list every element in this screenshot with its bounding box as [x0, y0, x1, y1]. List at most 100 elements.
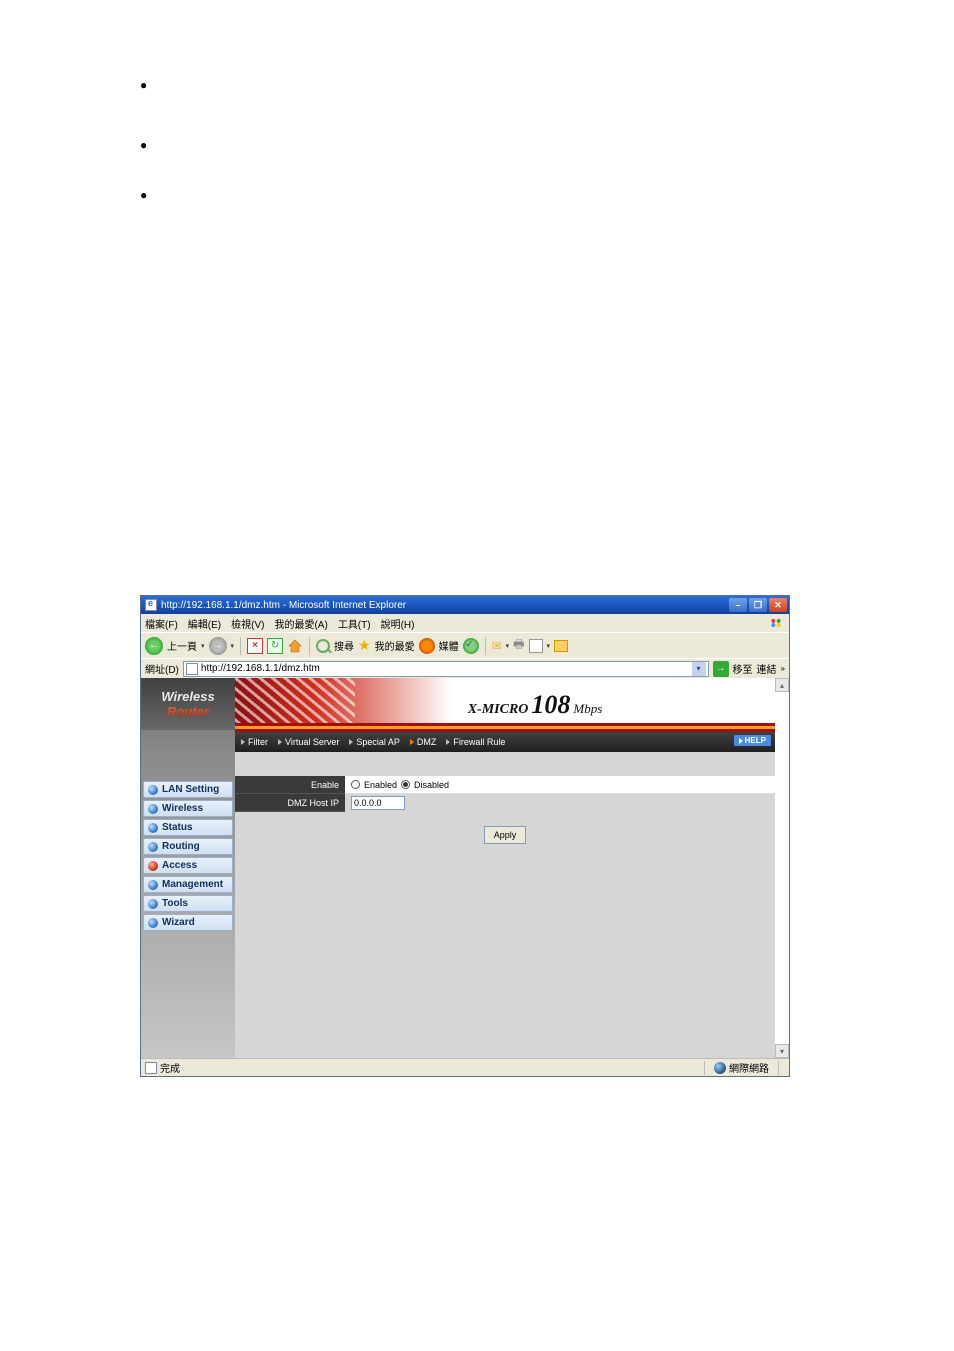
back-icon[interactable]: ←: [145, 637, 163, 655]
back-label: 上一頁: [167, 638, 197, 653]
close-button[interactable]: ✕: [769, 598, 787, 612]
sidebar-item-access[interactable]: Access: [143, 857, 233, 874]
bullet-icon: [148, 899, 158, 909]
triangle-icon: [349, 739, 353, 745]
windows-flag-icon: [767, 616, 785, 630]
brand-suffix: Mbps: [573, 701, 602, 717]
address-url: http://192.168.1.1/dmz.htm: [201, 663, 692, 674]
menu-edit[interactable]: 編輯(E): [188, 616, 221, 631]
sidebar-item-label: Management: [162, 879, 223, 890]
window-title: http://192.168.1.1/dmz.htm - Microsoft I…: [161, 600, 729, 611]
menu-bar: 檔案(F) 編輯(E) 檢視(V) 我的最愛(A) 工具(T) 說明(H): [141, 614, 789, 632]
sidebar-item-label: Status: [162, 822, 193, 833]
address-dropdown-icon[interactable]: ▾: [692, 662, 706, 676]
logo-line2: Router: [167, 704, 209, 719]
triangle-icon: [446, 739, 450, 745]
menu-view[interactable]: 檢視(V): [231, 616, 264, 631]
bullet-icon: [148, 823, 158, 833]
triangle-icon: [739, 738, 743, 744]
stop-icon[interactable]: ×: [247, 638, 263, 654]
sidebar-item-status[interactable]: Status: [143, 819, 233, 836]
router-logo: Wireless Router: [141, 678, 235, 730]
go-label: 移至: [733, 661, 753, 676]
discuss-icon[interactable]: [554, 640, 568, 652]
bullet-list: [140, 80, 854, 200]
sidebar-item-lan-setting[interactable]: LAN Setting: [143, 781, 233, 798]
subnav-special-ap[interactable]: Special AP: [349, 737, 400, 747]
bullet-icon: [148, 804, 158, 814]
sidebar-item-routing[interactable]: Routing: [143, 838, 233, 855]
page-icon: [186, 663, 198, 675]
bullet-item: [140, 80, 854, 90]
dmz-host-ip-input[interactable]: [351, 796, 405, 810]
sidebar-item-label: Access: [162, 860, 197, 871]
brand-prefix: X-MICRO: [468, 702, 529, 718]
triangle-icon: [278, 739, 282, 745]
subnav-firewall-rule[interactable]: Firewall Rule: [446, 737, 505, 747]
forward-dropdown-icon[interactable]: ▾: [231, 642, 235, 650]
bullet-icon: [148, 880, 158, 890]
page-icon: [145, 1062, 157, 1074]
subnav-filter[interactable]: Filter: [241, 737, 268, 747]
enabled-text: Enabled: [364, 780, 397, 790]
dmz-form: Enable Enabled Disabled DMZ Host IP: [235, 752, 775, 844]
router-banner: X-MICRO 108 Mbps: [235, 678, 775, 732]
help-button[interactable]: HELP: [734, 735, 771, 746]
enable-label: Enable: [235, 776, 345, 794]
bullet-icon: [148, 785, 158, 795]
menu-tools[interactable]: 工具(T): [338, 616, 371, 631]
bullet-item: [140, 140, 854, 150]
logo-line1: Wireless: [161, 689, 214, 704]
favorites-label: 我的最愛: [375, 638, 415, 653]
menu-file[interactable]: 檔案(F): [145, 616, 178, 631]
router-subnav: Filter Virtual Server Special AP DMZ Fir…: [235, 732, 775, 752]
links-more-icon[interactable]: »: [781, 664, 785, 673]
address-label: 網址(D): [145, 661, 179, 676]
search-icon[interactable]: [316, 639, 330, 653]
apply-button[interactable]: Apply: [484, 826, 526, 844]
sidebar-item-management[interactable]: Management: [143, 876, 233, 893]
scroll-up-icon[interactable]: ▴: [775, 678, 789, 692]
address-input[interactable]: http://192.168.1.1/dmz.htm ▾: [183, 661, 709, 677]
history-icon[interactable]: [463, 638, 479, 654]
media-icon[interactable]: [419, 638, 435, 654]
mail-icon[interactable]: ✉: [492, 639, 502, 653]
disabled-text: Disabled: [414, 780, 449, 790]
menu-favorites[interactable]: 我的最愛(A): [274, 616, 327, 631]
forward-icon[interactable]: →: [209, 637, 227, 655]
subnav-dmz[interactable]: DMZ: [410, 737, 437, 747]
status-bar: 完成 網際網路: [141, 1058, 789, 1076]
sidebar-item-label: Routing: [162, 841, 200, 852]
status-zone: 網際網路: [729, 1060, 769, 1075]
brand-big: 108: [531, 690, 570, 720]
subnav-virtual-server[interactable]: Virtual Server: [278, 737, 339, 747]
disabled-radio[interactable]: [401, 780, 410, 789]
go-button[interactable]: →: [713, 661, 729, 677]
ie-window: http://192.168.1.1/dmz.htm - Microsoft I…: [140, 595, 790, 1077]
bullet-icon: [148, 918, 158, 928]
toolbar: ← 上一頁 ▾ → ▾ × ↻ 搜尋 ★ 我的最愛 媒體 ✉ ▾ 🖶 ▾: [141, 632, 789, 658]
back-dropdown-icon[interactable]: ▾: [201, 642, 205, 650]
edit-icon[interactable]: [529, 639, 543, 653]
minimize-button[interactable]: –: [729, 598, 747, 612]
links-label[interactable]: 連結: [757, 661, 777, 676]
sidebar-item-label: Wizard: [162, 917, 195, 928]
scroll-down-icon[interactable]: ▾: [775, 1044, 789, 1058]
print-icon[interactable]: 🖶: [513, 635, 524, 656]
maximize-button[interactable]: ❐: [749, 598, 767, 612]
sidebar-item-label: Tools: [162, 898, 188, 909]
sidebar-item-wireless[interactable]: Wireless: [143, 800, 233, 817]
favorites-icon[interactable]: ★: [358, 637, 371, 654]
home-icon[interactable]: [287, 638, 303, 654]
sidebar-item-tools[interactable]: Tools: [143, 895, 233, 912]
address-bar: 網址(D) http://192.168.1.1/dmz.htm ▾ → 移至 …: [141, 658, 789, 678]
refresh-icon[interactable]: ↻: [267, 638, 283, 654]
search-label: 搜尋: [334, 638, 354, 653]
sidebar-item-wizard[interactable]: Wizard: [143, 914, 233, 931]
status-done: 完成: [160, 1060, 180, 1075]
mail-dropdown-icon[interactable]: ▾: [506, 642, 510, 650]
enabled-radio[interactable]: [351, 780, 360, 789]
menu-help[interactable]: 說明(H): [381, 616, 415, 631]
edit-dropdown-icon[interactable]: ▾: [547, 642, 551, 650]
media-label: 媒體: [439, 638, 459, 653]
